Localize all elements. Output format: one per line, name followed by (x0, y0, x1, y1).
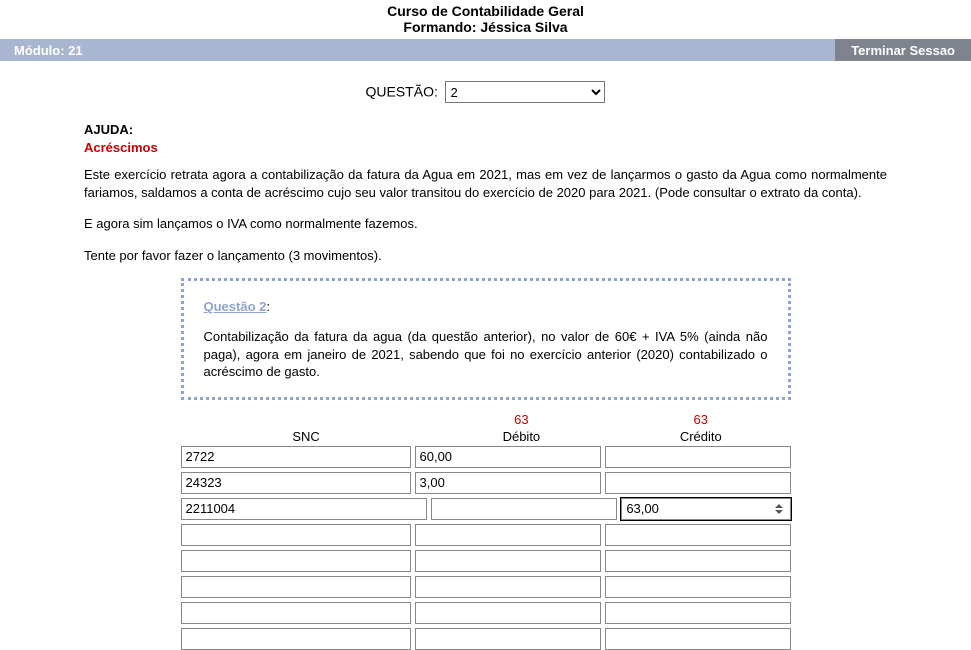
nav-bar: Módulo: 21 Terminar Sessao (0, 39, 971, 61)
table-row (181, 524, 791, 546)
module-label: Módulo: 21 (0, 43, 83, 58)
help-label: AJUDA: (84, 122, 133, 137)
student-name: Formando: Jéssica Silva (0, 19, 971, 39)
col-header-credit: Crédito (611, 429, 790, 444)
table-row (181, 446, 791, 468)
help-paragraph-3: Tente por favor fazer o lançamento (3 mo… (84, 247, 887, 265)
snc-input[interactable] (181, 498, 428, 520)
question-selector-label: QUESTÃO: (366, 84, 438, 100)
debit-input[interactable] (415, 472, 601, 494)
snc-input[interactable] (181, 550, 411, 572)
debit-input[interactable] (415, 628, 601, 650)
credit-input[interactable] (605, 524, 791, 546)
sum-debit: 63 (432, 412, 611, 427)
col-header-debit: Débito (432, 429, 611, 444)
table-row (181, 498, 791, 520)
snc-input[interactable] (181, 576, 411, 598)
credit-input[interactable] (605, 602, 791, 624)
snc-input[interactable] (181, 602, 411, 624)
content-area: QUESTÃO: 2 AJUDA: Acréscimos Este exercí… (0, 61, 971, 650)
credit-input[interactable] (621, 498, 790, 520)
debit-input[interactable] (431, 498, 617, 520)
snc-input[interactable] (181, 472, 411, 494)
table-row (181, 576, 791, 598)
question-box: Questão 2: Contabilização da fatura da a… (181, 278, 791, 400)
help-block: AJUDA: Acréscimos Este exercício retrata… (84, 121, 887, 264)
column-headers: SNC Débito Crédito (181, 429, 791, 444)
credit-input[interactable] (605, 628, 791, 650)
table-row (181, 602, 791, 624)
debit-input[interactable] (415, 524, 601, 546)
debit-input[interactable] (415, 550, 601, 572)
credit-input[interactable] (605, 472, 791, 494)
question-number-label: Questão 2 (204, 299, 267, 314)
question-colon: : (266, 299, 270, 314)
credit-input[interactable] (605, 550, 791, 572)
question-text: Contabilização da fatura da agua (da que… (204, 328, 768, 381)
help-paragraph-2: E agora sim lançamos o IVA como normalme… (84, 215, 887, 233)
debit-input[interactable] (415, 446, 601, 468)
credit-input[interactable] (605, 446, 791, 468)
table-row (181, 628, 791, 650)
question-select[interactable]: 2 (445, 81, 605, 103)
table-row (181, 472, 791, 494)
sum-credit: 63 (611, 412, 790, 427)
logout-button[interactable]: Terminar Sessao (835, 39, 971, 61)
table-row (181, 550, 791, 572)
help-paragraph-1: Este exercício retrata agora a contabili… (84, 166, 887, 201)
debit-input[interactable] (415, 576, 601, 598)
snc-input[interactable] (181, 628, 411, 650)
snc-input[interactable] (181, 446, 411, 468)
sums-row: 63 63 (181, 412, 791, 427)
snc-input[interactable] (181, 524, 411, 546)
course-title: Curso de Contabilidade Geral (0, 0, 971, 19)
credit-input[interactable] (605, 576, 791, 598)
question-selector-row: QUESTÃO: 2 (0, 81, 971, 103)
debit-input[interactable] (415, 602, 601, 624)
col-header-snc: SNC (181, 429, 432, 444)
entries-table: SNC Débito Crédito (181, 429, 791, 650)
help-topic: Acréscimos (84, 140, 158, 155)
